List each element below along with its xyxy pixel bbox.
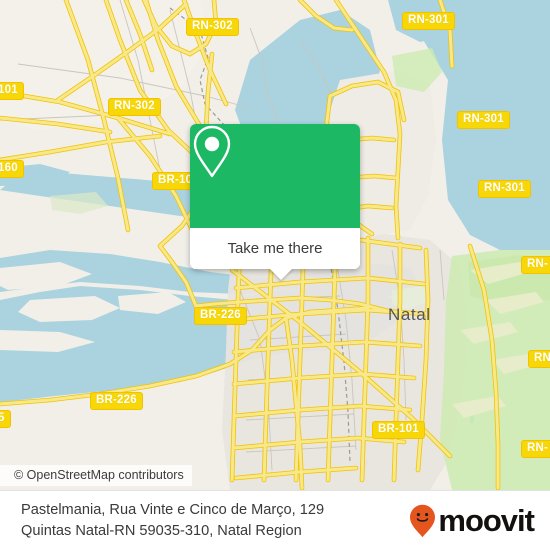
road-shield: 5	[0, 410, 11, 428]
place-address-block: Pastelmania, Rua Vinte e Cinco de Março,…	[0, 500, 324, 542]
road-shield: BR-226	[90, 392, 143, 410]
place-address-line2: Quintas Natal-RN 59035-310, Natal Region	[21, 522, 302, 539]
popup-pointer-tail	[269, 268, 293, 280]
road-shield: BR-101	[372, 421, 425, 439]
road-shield: 160	[0, 160, 24, 178]
moovit-smiley-pin-icon	[410, 504, 436, 537]
take-me-there-button[interactable]: Take me there	[190, 228, 360, 269]
city-label: Natal	[388, 305, 431, 324]
osm-attribution[interactable]: © OpenStreetMap contributors	[0, 465, 192, 486]
road-shield: 101	[0, 82, 24, 100]
map-canvas[interactable]: RN-302 RN-302 101 160 BR-10 RN-301 RN-301 RN-30…	[0, 0, 550, 490]
road-shield: RN-301	[457, 111, 510, 129]
footer-bar: Pastelmania, Rua Vinte e Cinco de Março,…	[0, 490, 550, 550]
place-popup-card[interactable]: Take me there	[190, 124, 360, 280]
road-shield: RN-301	[402, 12, 455, 30]
road-shield: RN-	[521, 256, 550, 274]
moovit-wordmark: moovit	[438, 503, 535, 538]
road-shield: RN-301	[478, 180, 531, 198]
popup-icon-area	[190, 124, 360, 228]
road-shield: RN	[528, 350, 550, 368]
road-shield: BR-226	[194, 307, 247, 325]
road-shield: RN-302	[186, 18, 239, 36]
take-me-there-label: Take me there	[227, 240, 323, 257]
moovit-brand[interactable]: moovit	[409, 503, 535, 538]
place-address-line1: Pastelmania, Rua Vinte e Cinco de Março,…	[21, 501, 325, 518]
road-shield: RN-	[521, 440, 550, 458]
road-shield: RN-302	[108, 98, 161, 116]
moovit-map-screen: RN-302 RN-302 101 160 BR-10 RN-301 RN-301 RN-30…	[0, 0, 550, 550]
map-pin-icon	[193, 125, 231, 178]
